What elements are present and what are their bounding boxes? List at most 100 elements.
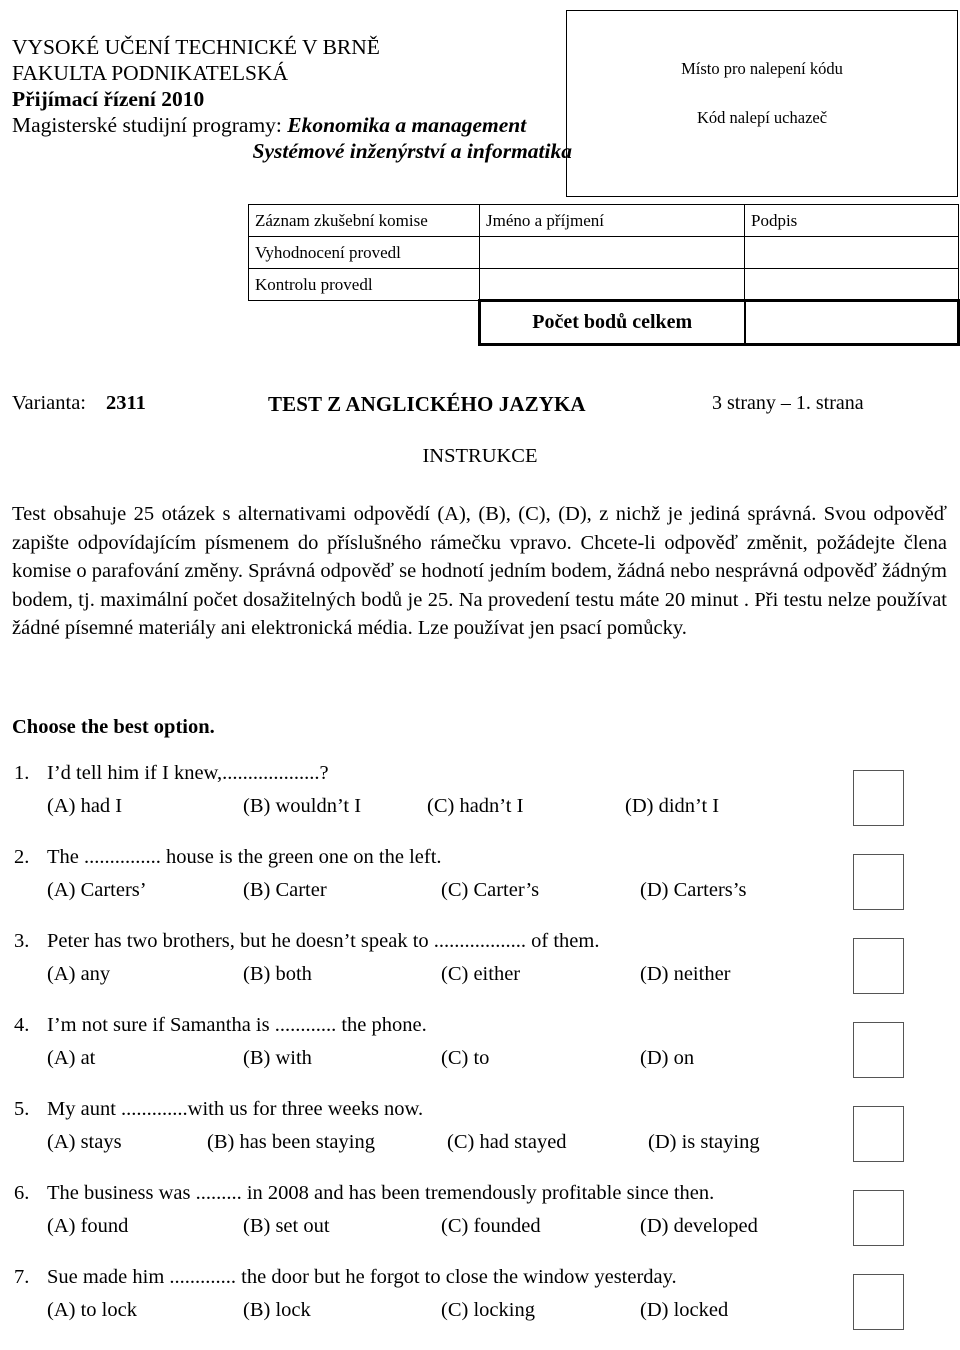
question-number: 2. xyxy=(14,846,30,868)
program-systems: Systémové inženýrství a informatika xyxy=(252,139,572,163)
question-number: 5. xyxy=(14,1098,30,1120)
question-option[interactable]: (D) developed xyxy=(640,1215,758,1238)
question-number: 1. xyxy=(14,762,30,784)
questions-list: 1. I’d tell him if I knew,...............… xyxy=(0,762,960,1350)
check-name-cell[interactable] xyxy=(479,268,745,301)
question-option[interactable]: (B) wouldn’t I xyxy=(243,795,361,818)
answer-box[interactable] xyxy=(853,770,904,826)
question-option[interactable]: (C) either xyxy=(441,963,520,986)
code-box-line-1: Místo pro nalepení kódu xyxy=(681,59,843,78)
code-sticker-box: Místo pro nalepení kódu Kód nalepí uchaz… xyxy=(566,10,958,197)
question-option[interactable]: (B) Carter xyxy=(243,879,327,902)
check-signature-cell[interactable] xyxy=(744,268,959,301)
question-number: 3. xyxy=(14,930,30,952)
question-options: (A) had I (B) wouldn’t I (C) hadn’t I (D) d… xyxy=(0,795,840,823)
total-points-label: Počet bodů celkem xyxy=(478,299,746,346)
program-economics: Ekonomika a management xyxy=(287,113,527,137)
question-number: 7. xyxy=(14,1266,30,1288)
table-row: Vyhodnocení provedl xyxy=(248,236,959,269)
question-item: 2. The ............... house is the green… xyxy=(0,846,960,930)
question-options: (A) at (B) with (C) to (D) on xyxy=(0,1047,840,1075)
column-header-signature: Podpis xyxy=(744,204,959,237)
programs-line-1: Magisterské studijní programy: Ekonomika… xyxy=(12,112,572,138)
answer-box[interactable] xyxy=(853,1022,904,1078)
page-title: TEST Z ANGLICKÉHO JAZYKA xyxy=(268,392,586,416)
question-item: 5. My aunt .............with us for three… xyxy=(0,1098,960,1182)
question-option[interactable]: (D) didn’t I xyxy=(625,795,719,818)
question-option[interactable]: (A) to lock xyxy=(47,1299,137,1322)
question-option[interactable]: (C) locking xyxy=(441,1299,535,1322)
question-option[interactable]: (C) hadn’t I xyxy=(427,795,523,818)
page-info: 3 strany – 1. strana xyxy=(712,392,864,414)
question-text: My aunt .............with us for three w… xyxy=(47,1098,424,1120)
question-text: I’m not sure if Samantha is ............… xyxy=(47,1014,427,1036)
question-option[interactable]: (C) had stayed xyxy=(447,1131,567,1154)
faculty-name: FAKULTA PODNIKATELSKÁ xyxy=(12,61,289,85)
variant-value: 2311 xyxy=(106,392,146,414)
question-options: (A) any (B) both (C) either (D) neither xyxy=(0,963,840,991)
question-option[interactable]: (A) Carters’ xyxy=(47,879,147,902)
instructions-body: Test obsahuje 25 otázek s alternativami … xyxy=(12,500,947,643)
question-options: (A) found (B) set out (C) founded (D) devel… xyxy=(0,1215,840,1243)
question-option[interactable]: (C) Carter’s xyxy=(441,879,539,902)
table-total-row: Počet bodů celkem xyxy=(249,299,960,346)
answer-box[interactable] xyxy=(853,854,904,910)
admission-title: Přijímací řízení 2010 xyxy=(12,87,205,111)
question-options: (A) Carters’ (B) Carter (C) Carter’s (D) Ca… xyxy=(0,879,840,907)
choose-best-option-heading: Choose the best option. xyxy=(12,716,215,738)
question-option[interactable]: (D) Carters’s xyxy=(640,879,746,902)
total-points-value[interactable] xyxy=(743,299,960,346)
question-option[interactable]: (A) had I xyxy=(47,795,122,818)
question-option[interactable]: (A) at xyxy=(47,1047,95,1070)
question-option[interactable]: (A) stays xyxy=(47,1131,122,1154)
question-item: 1. I’d tell him if I knew,...............… xyxy=(0,762,960,846)
university-name: VYSOKÉ UČENÍ TECHNICKÉ V BRNĚ xyxy=(12,35,380,59)
test-title-row: Varianta: 2311 TEST Z ANGLICKÉHO JAZYKA … xyxy=(0,392,960,420)
question-text: Sue made him ............. the door but … xyxy=(47,1266,677,1288)
document-header: VYSOKÉ UČENÍ TECHNICKÉ V BRNĚ FAKULTA PO… xyxy=(12,34,572,164)
evaluation-signature-cell[interactable] xyxy=(744,236,959,269)
question-item: 6. The business was ......... in 2008 and… xyxy=(0,1182,960,1266)
row-label-check: Kontrolu provedl xyxy=(248,268,480,301)
question-option[interactable]: (D) neither xyxy=(640,963,731,986)
question-item: 4. I’m not sure if Samantha is ..........… xyxy=(0,1014,960,1098)
question-option[interactable]: (B) both xyxy=(243,963,312,986)
question-item: 7. Sue made him ............. the door bu… xyxy=(0,1266,960,1350)
code-box-line-2: Kód nalepí uchazeč xyxy=(696,108,828,127)
instructions-text: Test obsahuje 25 otázek s alternativami … xyxy=(12,503,947,639)
answer-box[interactable] xyxy=(853,1274,904,1330)
row-label-evaluation: Vyhodnocení provedl xyxy=(248,236,480,269)
question-option[interactable]: (D) locked xyxy=(640,1299,728,1322)
table-header-row: Záznam zkušební komise Jméno a příjmení … xyxy=(248,204,959,237)
table-row: Kontrolu provedl xyxy=(248,268,959,301)
question-option[interactable]: (A) any xyxy=(47,963,110,986)
question-text: The business was ......... in 2008 and h… xyxy=(47,1182,715,1204)
question-option[interactable]: (B) with xyxy=(243,1047,312,1070)
question-option[interactable]: (C) founded xyxy=(441,1215,541,1238)
question-number: 4. xyxy=(14,1014,30,1036)
column-header-record: Záznam zkušební komise xyxy=(248,204,480,237)
question-option[interactable]: (B) lock xyxy=(243,1299,311,1322)
question-options: (A) to lock (B) lock (C) locking (D) locked xyxy=(0,1299,840,1327)
answer-box[interactable] xyxy=(853,1190,904,1246)
answer-box[interactable] xyxy=(853,938,904,994)
question-option[interactable]: (A) found xyxy=(47,1215,128,1238)
question-option[interactable]: (D) is staying xyxy=(648,1131,760,1154)
question-options: (A) stays (B) has been staying (C) had sta… xyxy=(0,1131,840,1159)
question-option[interactable]: (D) on xyxy=(640,1047,694,1070)
question-option[interactable]: (B) set out xyxy=(243,1215,330,1238)
question-option[interactable]: (B) has been staying xyxy=(207,1131,375,1154)
evaluation-name-cell[interactable] xyxy=(479,236,745,269)
question-number: 6. xyxy=(14,1182,30,1204)
committee-record-table: Záznam zkušební komise Jméno a příjmení … xyxy=(248,204,960,346)
instructions-heading: INSTRUKCE xyxy=(422,445,538,467)
programs-prefix: Magisterské studijní programy: xyxy=(12,113,288,137)
answer-box[interactable] xyxy=(853,1106,904,1162)
variant-label: Varianta: xyxy=(12,392,86,414)
total-spacer-cell xyxy=(249,301,480,345)
question-text: Peter has two brothers, but he doesn’t s… xyxy=(47,930,600,952)
question-text: The ............... house is the green o… xyxy=(47,846,442,868)
question-option[interactable]: (C) to xyxy=(441,1047,489,1070)
question-item: 3. Peter has two brothers, but he doesn’t… xyxy=(0,930,960,1014)
column-header-name: Jméno a příjmení xyxy=(479,204,745,237)
